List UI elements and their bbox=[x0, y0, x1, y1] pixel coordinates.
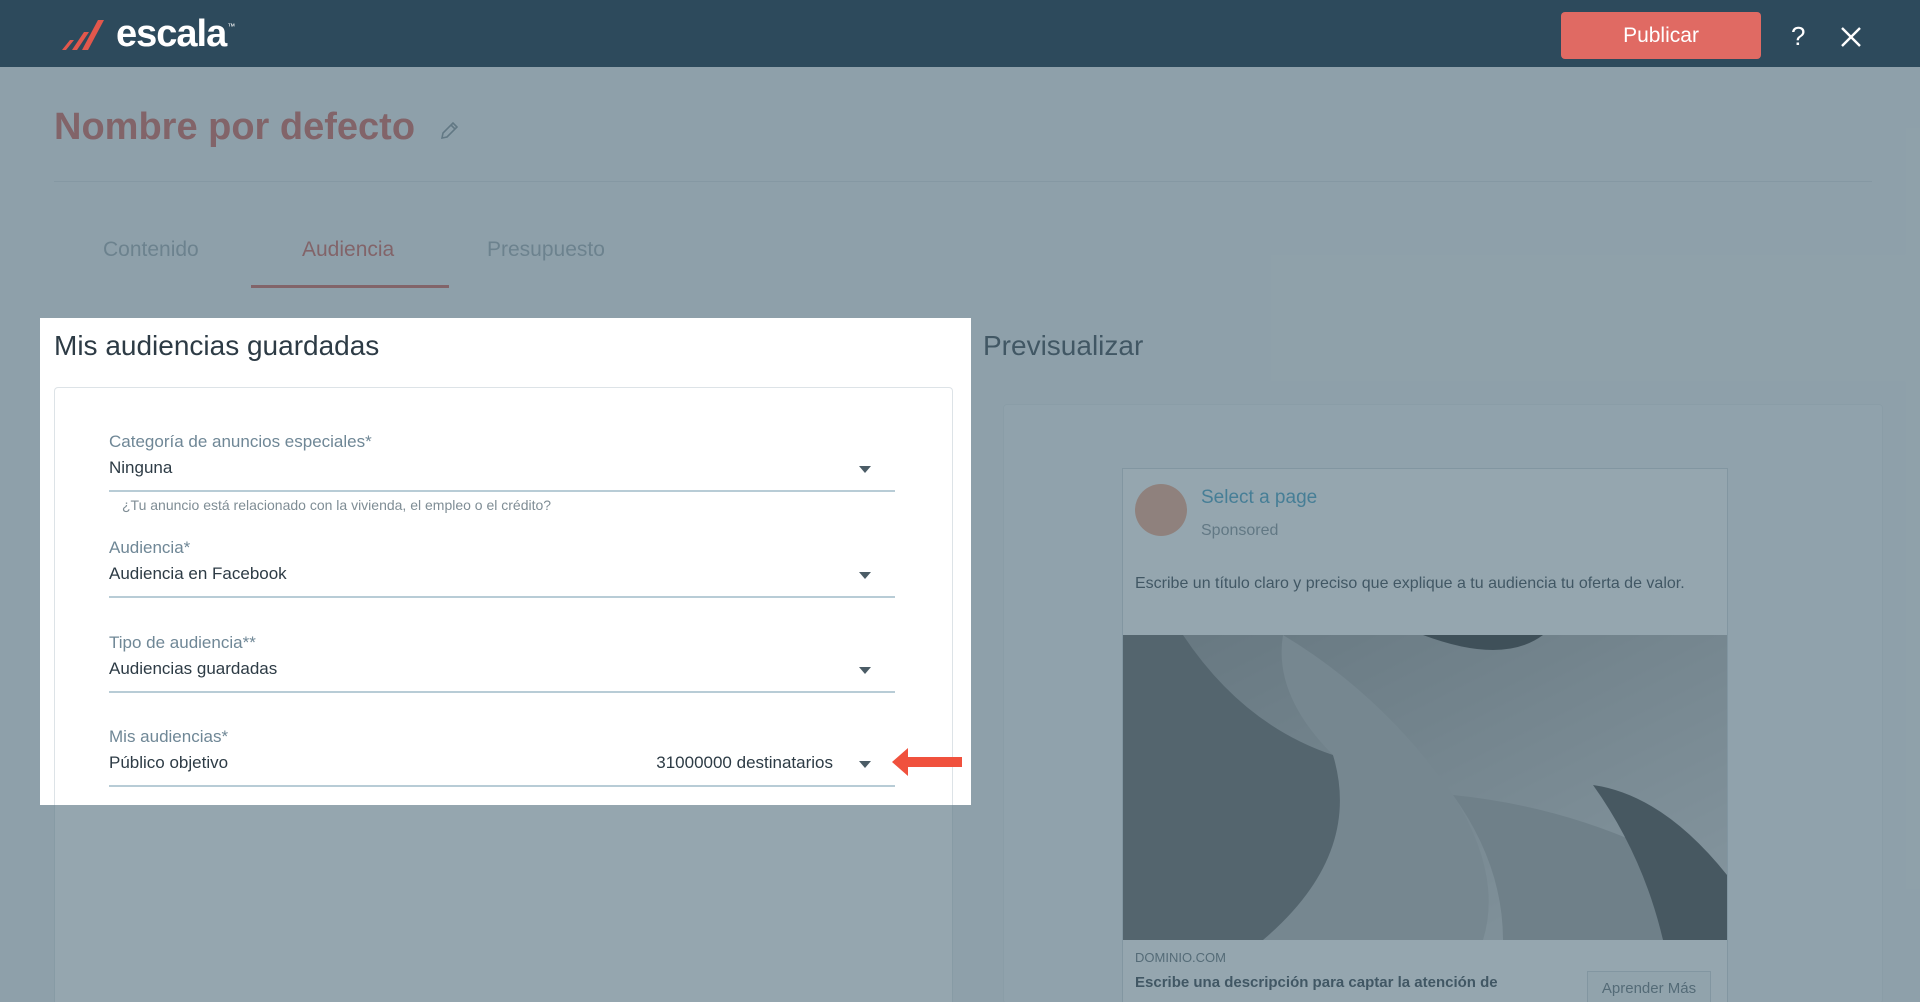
section-title: Mis audiencias guardadas bbox=[54, 330, 380, 361]
selected-value: Ninguna bbox=[109, 458, 173, 477]
field-label: Mis audiencias* bbox=[109, 727, 229, 746]
audience-field[interactable]: Audiencia* Audiencia en Facebook bbox=[109, 538, 895, 598]
chevron-down-icon[interactable] bbox=[859, 667, 871, 674]
field-label: Categoría de anuncios especiales* bbox=[109, 432, 372, 451]
special-category-field[interactable]: Categoría de anuncios especiales* Ningun… bbox=[109, 432, 895, 492]
chevron-down-icon[interactable] bbox=[859, 572, 871, 579]
field-label: Audiencia* bbox=[109, 538, 191, 557]
learn-more-button[interactable]: Aprender Más bbox=[1587, 971, 1711, 1002]
ad-domain: DOMINIO.COM bbox=[1135, 950, 1226, 965]
title-divider bbox=[54, 181, 1872, 182]
ad-description: Escribe una descripción para captar la a… bbox=[1135, 974, 1498, 991]
field-underline bbox=[109, 490, 895, 492]
preview-title: Previsualizar bbox=[983, 330, 1144, 361]
logo-mark-icon bbox=[62, 20, 104, 50]
field-value[interactable]: Audiencia en Facebook bbox=[109, 564, 895, 588]
select-page-link[interactable]: Select a page bbox=[1201, 487, 1317, 509]
ad-image bbox=[1123, 635, 1727, 940]
active-tab-indicator bbox=[251, 285, 449, 288]
chevron-down-icon[interactable] bbox=[859, 761, 871, 768]
audience-type-field[interactable]: Tipo de audiencia** Audiencias guardadas bbox=[109, 633, 895, 693]
escala-logo: escala ™ bbox=[60, 12, 236, 55]
recipients-count: 31000000 destinatarios bbox=[656, 753, 833, 772]
top-bar: escala ™ Publicar ? bbox=[0, 0, 1920, 67]
my-audiences-field[interactable]: Mis audiencias* Público objetivo 3100000… bbox=[109, 727, 895, 787]
field-value[interactable]: Audiencias guardadas bbox=[109, 659, 895, 683]
field-hint: ¿Tu anuncio está relacionado con la vivi… bbox=[122, 497, 552, 513]
brand-name: escala bbox=[116, 12, 227, 55]
tab-presupuesto[interactable]: Presupuesto bbox=[487, 238, 605, 262]
tab-contenido[interactable]: Contenido bbox=[103, 238, 199, 262]
publish-button[interactable]: Publicar bbox=[1561, 12, 1761, 59]
chevron-down-icon[interactable] bbox=[859, 466, 871, 473]
field-value[interactable]: Ninguna bbox=[109, 458, 895, 482]
field-underline bbox=[109, 785, 895, 787]
tab-audiencia[interactable]: Audiencia bbox=[302, 238, 394, 262]
field-underline bbox=[109, 596, 895, 598]
field-value[interactable]: Público objetivo 31000000 destinatarios bbox=[109, 753, 895, 777]
field-label: Tipo de audiencia** bbox=[109, 633, 256, 652]
portrait-photo-icon bbox=[1123, 635, 1727, 940]
close-icon[interactable] bbox=[1838, 24, 1864, 50]
edit-pencil-icon[interactable] bbox=[438, 120, 460, 142]
pointer-arrow-icon bbox=[892, 748, 962, 776]
selected-value: Audiencia en Facebook bbox=[109, 564, 287, 583]
field-underline bbox=[109, 691, 895, 693]
sponsored-label: Sponsored bbox=[1201, 522, 1279, 539]
page-avatar bbox=[1135, 484, 1187, 536]
trademark-mark: ™ bbox=[227, 21, 236, 31]
selected-value: Público objetivo bbox=[109, 753, 229, 772]
ad-headline: Escribe un título claro y preciso que ex… bbox=[1135, 575, 1685, 592]
help-icon[interactable]: ? bbox=[1791, 21, 1805, 52]
page-title: Nombre por defecto bbox=[54, 106, 416, 148]
selected-value: Audiencias guardadas bbox=[109, 659, 278, 678]
